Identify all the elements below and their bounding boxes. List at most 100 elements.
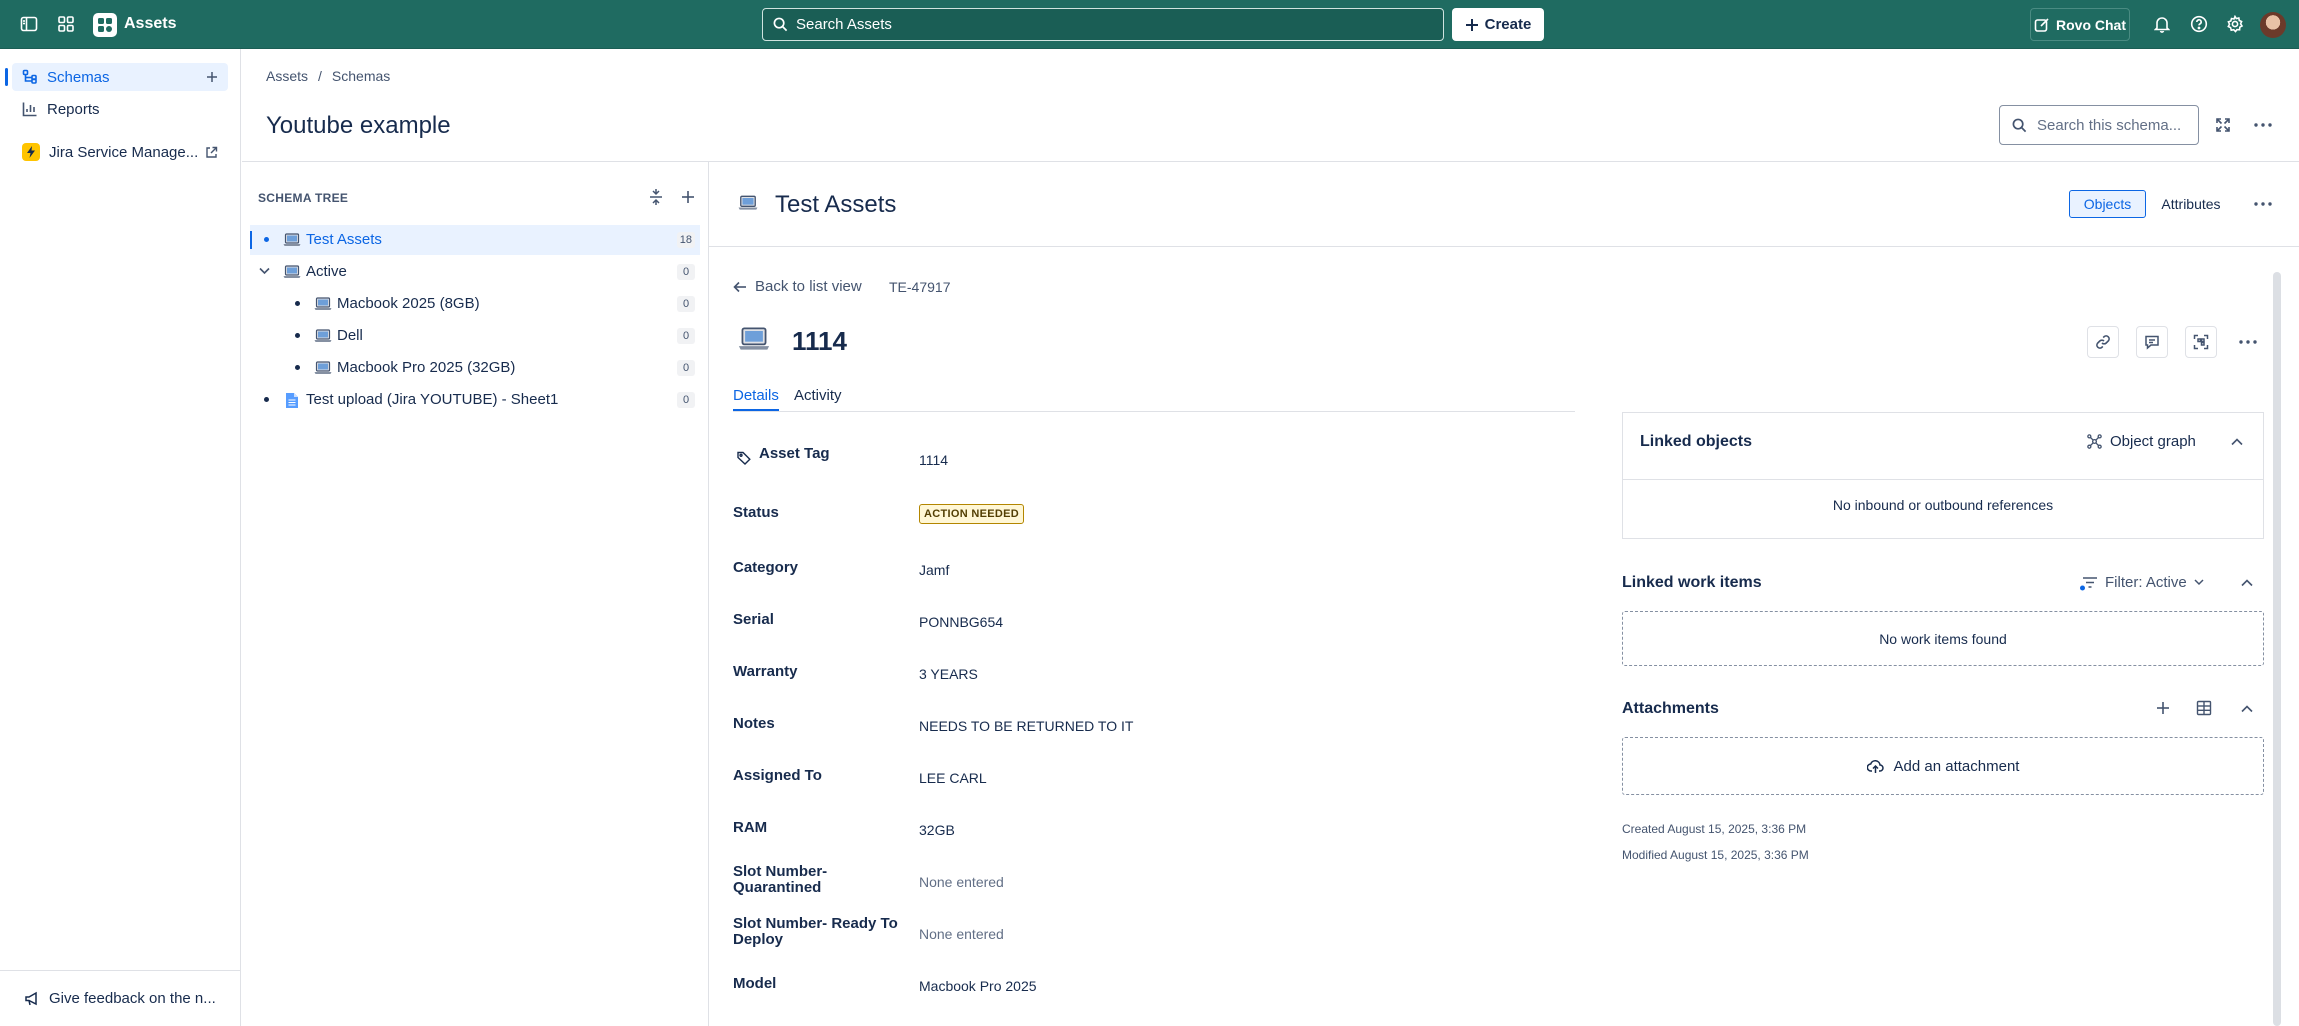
attribute-value[interactable]: NEEDS TO BE RETURNED TO IT	[919, 718, 1133, 734]
give-feedback-button[interactable]: Give feedback on the n...	[0, 970, 240, 1026]
laptop-icon	[314, 361, 332, 374]
global-search-input[interactable]: Search Assets	[762, 8, 1444, 41]
give-feedback-label: Give feedback on the n...	[49, 990, 216, 1007]
attribute-label: Asset Tag	[759, 445, 830, 462]
attribute-value[interactable]: 1114	[919, 452, 948, 468]
tree-item-active[interactable]: Active 0	[250, 257, 700, 287]
tree-item-label: Macbook Pro 2025 (32GB)	[337, 359, 516, 376]
objects-view-toggle[interactable]: Objects	[2069, 190, 2146, 218]
chevron-down-icon[interactable]	[259, 267, 270, 275]
tag-icon	[737, 451, 751, 465]
create-button-label: Create	[1484, 16, 1532, 33]
external-link-icon[interactable]	[205, 146, 218, 159]
chevron-up-icon[interactable]	[2241, 705, 2253, 713]
sidebar-item-jira-service-management[interactable]: Jira Service Manage...	[12, 138, 228, 166]
tab-activity[interactable]: Activity	[794, 387, 842, 404]
settings-gear-icon[interactable]	[2224, 13, 2246, 35]
tree-bullet	[264, 397, 269, 402]
object-graph-button[interactable]: Object graph	[2087, 433, 2196, 450]
attribute-value[interactable]: None entered	[919, 874, 1004, 890]
tree-item-test-upload-sheet1[interactable]: Test upload (Jira YOUTUBE) - Sheet1 0	[250, 385, 700, 415]
add-attachment-dropzone[interactable]: Add an attachment	[1622, 737, 2264, 795]
comment-icon[interactable]	[2136, 326, 2168, 358]
add-schema-plus-icon[interactable]	[206, 71, 218, 83]
app-name[interactable]: Assets	[124, 15, 176, 33]
assets-logo-icon[interactable]	[93, 13, 117, 37]
laptop-icon	[314, 297, 332, 310]
tree-item-label: Dell	[337, 327, 363, 344]
left-sidebar: Schemas Reports Jira Service Manage... G…	[0, 49, 241, 1026]
collapse-all-icon[interactable]	[640, 181, 672, 213]
create-button[interactable]: Create	[1452, 8, 1544, 41]
laptop-icon	[283, 233, 301, 246]
chevron-up-icon[interactable]	[2231, 438, 2243, 446]
attribute-value[interactable]: 32GB	[919, 822, 955, 838]
tree-item-macbook-2025-8gb[interactable]: Macbook 2025 (8GB) 0	[250, 289, 700, 319]
object-graph-label: Object graph	[2110, 433, 2196, 450]
tree-bullet	[264, 237, 269, 242]
main-header-divider	[709, 246, 2299, 247]
more-options-icon[interactable]	[2232, 326, 2264, 358]
sidebar-item-label: Reports	[47, 100, 100, 118]
tab-details[interactable]: Details	[733, 387, 779, 404]
sidebar-item-reports[interactable]: Reports	[12, 95, 228, 123]
chevron-up-icon[interactable]	[2241, 579, 2253, 587]
breadcrumb-schemas[interactable]: Schemas	[332, 68, 390, 84]
schema-tree-title: SCHEMA TREE	[258, 191, 349, 205]
linked-objects-card: Linked objects Object graph No inbound o…	[1622, 412, 2264, 539]
attribute-value[interactable]: None entered	[919, 926, 1004, 942]
app-switcher-icon[interactable]	[55, 13, 77, 35]
breadcrumb: Assets / Schemas	[266, 68, 390, 84]
attributes-view-toggle[interactable]: Attributes	[2152, 190, 2230, 218]
jsm-icon	[22, 143, 40, 161]
edit-chat-icon	[2034, 17, 2049, 32]
tabs-divider	[733, 411, 1575, 412]
breadcrumb-assets[interactable]: Assets	[266, 68, 308, 84]
attribute-value[interactable]: PONNBG654	[919, 614, 1003, 630]
status-badge[interactable]: ACTION NEEDED	[919, 504, 1024, 524]
attribute-value[interactable]: Macbook Pro 2025	[919, 978, 1037, 994]
object-type-title: Test Assets	[775, 191, 897, 218]
back-to-list-link[interactable]: Back to list view	[733, 278, 862, 295]
chart-icon	[22, 102, 37, 117]
tree-item-count: 0	[677, 360, 695, 376]
filter-icon	[2080, 576, 2097, 590]
top-navigation-bar: Assets Search Assets Create Rovo Chat	[0, 0, 2299, 49]
qr-scan-icon[interactable]	[2185, 326, 2217, 358]
tree-item-macbook-pro-2025-32gb[interactable]: Macbook Pro 2025 (32GB) 0	[250, 353, 700, 383]
laptop-icon	[738, 327, 770, 350]
attribute-label: Category	[733, 559, 799, 576]
attribute-label: Assigned To	[733, 767, 822, 784]
search-icon	[2012, 118, 2027, 132]
laptop-icon	[738, 195, 758, 210]
grid-view-icon[interactable]	[2196, 700, 2212, 716]
filter-dropdown[interactable]: Filter: Active	[2080, 574, 2204, 591]
tree-item-count: 0	[677, 328, 695, 344]
main-scrollbar[interactable]	[2273, 272, 2281, 1026]
sidebar-toggle-icon[interactable]	[18, 13, 40, 35]
search-placeholder: Search Assets	[796, 16, 892, 33]
work-items-empty-box: No work items found	[1622, 611, 2264, 666]
copy-link-icon[interactable]	[2087, 326, 2119, 358]
add-object-type-plus-icon[interactable]	[672, 181, 704, 213]
attribute-label: Notes	[733, 715, 775, 732]
attribute-value[interactable]: Jamf	[919, 562, 949, 578]
attribute-value[interactable]: 3 YEARS	[919, 666, 978, 682]
attribute-value[interactable]: LEE CARL	[919, 770, 987, 786]
rovo-chat-button[interactable]: Rovo Chat	[2030, 8, 2130, 41]
help-icon[interactable]	[2188, 13, 2210, 35]
more-options-icon[interactable]	[2247, 109, 2279, 141]
fullscreen-icon[interactable]	[2207, 109, 2239, 141]
user-avatar[interactable]	[2260, 12, 2286, 38]
add-attachment-plus-icon[interactable]	[2156, 701, 2170, 715]
card-divider	[1623, 479, 2263, 480]
more-options-icon[interactable]	[2247, 188, 2279, 220]
tree-item-count: 0	[677, 392, 695, 408]
tree-item-test-assets[interactable]: Test Assets 18	[250, 225, 700, 255]
notifications-bell-icon[interactable]	[2151, 13, 2173, 35]
cloud-upload-icon	[1866, 759, 1884, 773]
schema-search-input[interactable]: Search this schema...	[1999, 105, 2199, 145]
sidebar-item-schemas[interactable]: Schemas	[5, 63, 228, 91]
tree-item-dell[interactable]: Dell 0	[250, 321, 700, 351]
tree-item-count: 0	[677, 296, 695, 312]
